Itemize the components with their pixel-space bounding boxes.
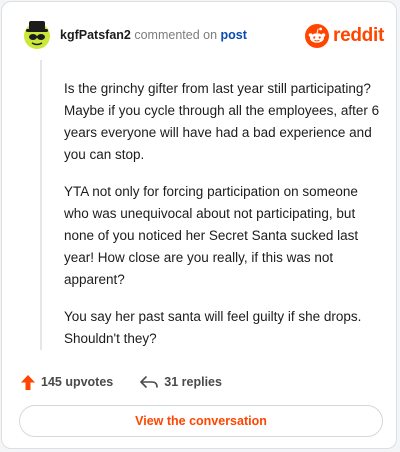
reply-count: 31 replies bbox=[164, 375, 222, 389]
view-conversation-button[interactable]: View the conversation bbox=[19, 405, 383, 437]
comment-paragraph: You say her past santa will feel guilty … bbox=[64, 309, 362, 346]
post-link[interactable]: post bbox=[221, 28, 247, 42]
comment-actions: 145 upvotes 31 replies bbox=[20, 370, 222, 394]
comment-body: Is the grinchy gifter from last year sti… bbox=[64, 78, 384, 365]
thread-line bbox=[40, 60, 42, 350]
comment-header: kgfPatsfan2 commented on post reddit bbox=[16, 16, 384, 56]
reddit-wordmark: reddit bbox=[333, 25, 384, 46]
comment-meta: kgfPatsfan2 commented on post bbox=[60, 28, 247, 42]
upvote-button[interactable]: 145 upvotes bbox=[20, 374, 113, 391]
username-link[interactable]: kgfPatsfan2 bbox=[60, 28, 131, 42]
user-avatar-icon[interactable] bbox=[20, 18, 54, 52]
comment-paragraph: YTA not only for forcing participation o… bbox=[64, 184, 359, 287]
reply-arrow-icon bbox=[140, 376, 159, 388]
comment-paragraph: Is the grinchy gifter from last year sti… bbox=[64, 81, 380, 162]
reddit-logo-icon bbox=[305, 24, 330, 48]
upvote-arrow-icon bbox=[21, 374, 35, 390]
commented-on-label: commented on bbox=[134, 28, 218, 42]
comment-card: kgfPatsfan2 commented on post reddit Is … bbox=[1, 1, 397, 449]
reddit-logo[interactable]: reddit bbox=[305, 24, 384, 48]
replies-button[interactable]: 31 replies bbox=[139, 374, 222, 390]
upvote-count: 145 upvotes bbox=[41, 375, 114, 389]
